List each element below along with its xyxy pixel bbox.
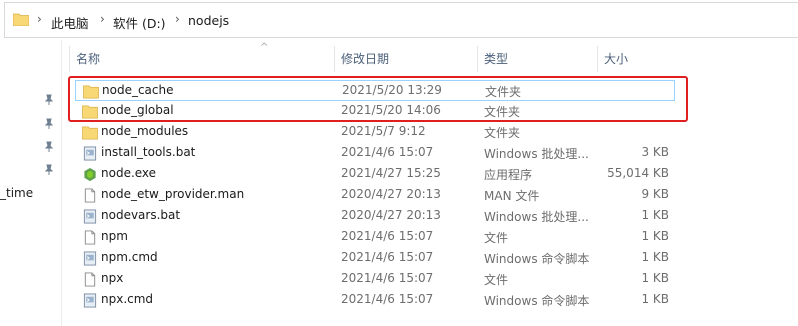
breadcrumb-separator[interactable]: › (100, 12, 105, 26)
column-header-row: ^ 名称 修改日期 类型 大小 (63, 42, 798, 72)
breadcrumb-this-pc[interactable]: 此电脑 (51, 13, 89, 32)
file-type: Windows 批处理... (484, 147, 589, 161)
file-date-modified: 2021/5/7 9:12 (341, 124, 426, 138)
pin-icon[interactable] (43, 94, 55, 106)
pin-icon[interactable] (43, 164, 55, 176)
file-name: node_modules (101, 124, 189, 138)
column-name[interactable]: 名称 (69, 46, 334, 72)
file-date-modified: 2020/4/27 20:13 (341, 187, 441, 201)
column-size[interactable]: 大小 (597, 46, 677, 72)
folder-icon (13, 13, 29, 26)
file-size: 1 KB (641, 208, 669, 222)
highlight-box (68, 76, 688, 122)
cmd-file-icon (83, 293, 97, 308)
file-type: Windows 命令脚本 (484, 294, 590, 308)
file-name: npx (101, 271, 124, 285)
file-name: npm (101, 229, 128, 243)
batch-file-icon (83, 209, 97, 224)
file-icon (84, 188, 96, 203)
file-type: MAN 文件 (484, 189, 540, 203)
file-row[interactable]: npm.cmd 2021/4/6 15:07 Windows 命令脚本 1 KB (75, 248, 675, 269)
file-row[interactable]: npx 2021/4/6 15:07 文件 1 KB (75, 269, 675, 290)
file-date-modified: 2021/4/6 15:07 (341, 250, 434, 264)
pin-icon[interactable] (43, 118, 55, 130)
file-icon (84, 230, 96, 245)
file-date-modified: 2020/4/27 20:13 (341, 208, 441, 222)
file-date-modified: 2021/4/6 15:07 (341, 145, 434, 159)
file-type: 文件 (484, 273, 509, 287)
file-size: 1 KB (641, 271, 669, 285)
file-row[interactable]: node_modules 2021/5/7 9:12 文件夹 (75, 122, 675, 143)
file-size: 9 KB (641, 187, 669, 201)
pin-icon[interactable] (43, 141, 55, 153)
batch-file-icon (83, 146, 97, 161)
file-name: npm.cmd (101, 250, 158, 264)
file-name: node.exe (101, 166, 157, 180)
file-type: 文件夹 (484, 126, 521, 140)
address-bar[interactable]: › 此电脑 › 软件 (D:) › nodejs (4, 2, 798, 38)
file-name: install_tools.bat (101, 145, 196, 159)
breadcrumb-separator[interactable]: › (37, 12, 42, 26)
file-name: node_etw_provider.man (101, 187, 245, 201)
file-row[interactable]: npx.cmd 2021/4/6 15:07 Windows 命令脚本 1 KB (75, 290, 675, 311)
file-size: 1 KB (641, 229, 669, 243)
file-row[interactable]: install_tools.bat 2021/4/6 15:07 Windows 批… (75, 143, 675, 164)
column-date-modified[interactable]: 修改日期 (334, 46, 477, 72)
breadcrumb-separator[interactable]: › (175, 12, 180, 26)
file-date-modified: 2021/4/6 15:07 (341, 229, 434, 243)
file-size: 3 KB (641, 145, 669, 159)
file-size: 1 KB (641, 292, 669, 306)
nav-item-label[interactable]: _time (0, 186, 33, 200)
folder-icon (82, 126, 98, 140)
column-type[interactable]: 类型 (477, 46, 597, 72)
breadcrumb-nodejs[interactable]: nodejs (188, 13, 229, 28)
navigation-pane[interactable]: _time (0, 40, 62, 326)
file-size: 1 KB (641, 250, 669, 264)
file-row[interactable]: nodevars.bat 2020/4/27 20:13 Windows 批处理..… (75, 206, 675, 227)
file-type: 文件 (484, 231, 509, 245)
file-name: npx.cmd (101, 292, 154, 306)
breadcrumb-drive-d[interactable]: 软件 (D:) (113, 13, 166, 32)
file-name: nodevars.bat (101, 208, 181, 222)
file-size: 55,014 KB (607, 166, 669, 180)
file-date-modified: 2021/4/27 15:25 (341, 166, 441, 180)
file-type: 应用程序 (484, 168, 533, 182)
nodejs-exe-icon (84, 167, 96, 182)
file-row[interactable]: node_etw_provider.man 2020/4/27 20:13 MAN … (75, 185, 675, 206)
file-date-modified: 2021/4/6 15:07 (341, 271, 434, 285)
file-type: Windows 批处理... (484, 210, 589, 224)
file-icon (84, 272, 96, 287)
file-date-modified: 2021/4/6 15:07 (341, 292, 434, 306)
file-type: Windows 命令脚本 (484, 252, 590, 266)
file-row[interactable]: node.exe 2021/4/27 15:25 应用程序 55,014 KB (75, 164, 675, 185)
cmd-file-icon (83, 251, 97, 266)
file-row[interactable]: npm 2021/4/6 15:07 文件 1 KB (75, 227, 675, 248)
